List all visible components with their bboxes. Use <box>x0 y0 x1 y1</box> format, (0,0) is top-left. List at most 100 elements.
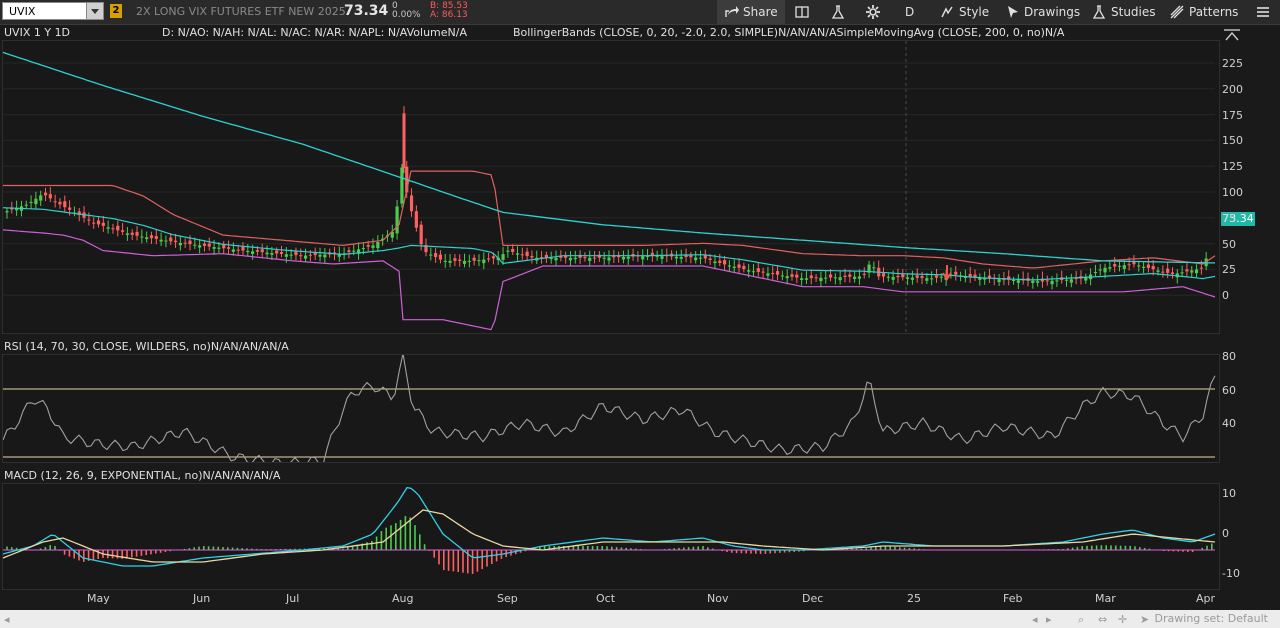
candle-body <box>241 246 245 251</box>
drawings-button[interactable]: Drawings <box>1005 0 1080 24</box>
candle-body <box>1117 265 1122 267</box>
pan-icon[interactable]: ⇔ <box>1098 613 1107 626</box>
crosshair-icon[interactable]: ✛ <box>1118 613 1127 626</box>
candle-body <box>1036 281 1040 283</box>
candle-body <box>795 274 799 278</box>
candle-body <box>217 247 221 249</box>
candle-body <box>323 254 327 258</box>
candle-body <box>1103 267 1107 273</box>
candle-body <box>727 265 731 267</box>
bid-ask: B: 85.53 A: 86.13 <box>430 2 468 20</box>
candle-body <box>747 270 751 272</box>
candle-body <box>814 277 818 279</box>
candle-body <box>482 259 486 264</box>
menu-button[interactable] <box>1252 0 1274 24</box>
panels-icon <box>795 6 809 18</box>
candle-body <box>458 259 462 261</box>
net-change-percent: 0.00% <box>392 10 421 20</box>
experiment-button[interactable] <box>823 0 853 24</box>
candle-body <box>443 260 447 262</box>
macd-histogram-bar <box>1211 543 1213 550</box>
last-price: 73.34 <box>344 3 389 19</box>
candle-body <box>68 207 72 210</box>
share-button[interactable]: Share <box>717 0 785 24</box>
candle-body <box>905 277 910 280</box>
collapse-icon[interactable] <box>1222 27 1242 43</box>
symbol-input[interactable]: UVIX <box>9 5 35 18</box>
candle-body <box>1108 267 1112 269</box>
pointer-icon[interactable]: ➤ <box>1140 613 1149 626</box>
macd-chart[interactable] <box>3 484 1219 589</box>
ohlc-readout: D: N/AO: N/AH: N/AL: N/AC: N/AR: N/APL: … <box>162 26 467 39</box>
axis-tick-label: 10 <box>1222 487 1236 500</box>
macd-histogram-bar <box>92 550 95 560</box>
candle-body <box>554 257 558 261</box>
studies-button[interactable]: Studies <box>1092 0 1156 24</box>
symbol-selector[interactable]: UVIX <box>2 2 104 20</box>
candle-body <box>828 274 833 278</box>
candle-body <box>371 245 375 248</box>
candle-body <box>775 271 780 275</box>
candle-body <box>352 250 356 252</box>
macd-histogram-bar <box>83 550 85 562</box>
rsi-panel-title: RSI (14, 70, 30, CLOSE, WILDERS, no)N/AN… <box>4 340 289 353</box>
scroll-left-icon[interactable]: ◂ <box>4 613 10 626</box>
candle-body <box>29 202 33 204</box>
macd-histogram-bar <box>587 546 589 550</box>
macd-histogram-bar <box>1105 545 1107 550</box>
chevron-down-icon[interactable] <box>86 3 103 19</box>
net-change: 0 0.00% <box>392 2 421 20</box>
status-bar: ◂ ◂ ▸ ⌕ ⇔ ✛ ➤ Drawing set: Default <box>0 610 1280 628</box>
time-tick-label: Dec <box>802 592 824 605</box>
gear-icon <box>866 5 880 19</box>
candle-body <box>568 257 573 261</box>
macd-histogram-bar <box>443 550 445 571</box>
candle-body <box>236 249 240 251</box>
macd-histogram-bar <box>6 546 8 550</box>
candle-body <box>1190 270 1194 273</box>
axis-tick-label: 175 <box>1222 108 1243 122</box>
candle-body <box>438 254 443 260</box>
candle-body <box>39 195 43 201</box>
macd-histogram-bar <box>68 550 71 557</box>
candle-body <box>694 257 698 261</box>
price-chart[interactable] <box>3 41 1219 333</box>
candle-body <box>881 273 886 277</box>
axis-tick-label: 80 <box>1222 350 1236 363</box>
rsi-chart[interactable] <box>3 355 1219 462</box>
candle-body <box>785 276 789 279</box>
candle-body <box>183 242 187 244</box>
candle-body <box>145 237 149 240</box>
candle-body <box>1194 269 1199 274</box>
top-toolbar: UVIX 2 2X LONG VIX FUTURES ETF NEW 2025 … <box>0 0 1280 25</box>
flask-icon <box>1092 5 1106 19</box>
candle-body <box>169 237 173 242</box>
candle-body <box>140 236 144 238</box>
aggregation-selector[interactable]: D <box>905 0 925 24</box>
candle-body <box>92 222 96 224</box>
macd-histogram-bar <box>203 546 205 550</box>
candle-body <box>5 211 9 213</box>
candle-body <box>530 255 534 258</box>
candle-body <box>1064 279 1069 281</box>
settings-button[interactable] <box>858 0 888 24</box>
candle-body <box>602 257 606 259</box>
time-tick-label: Sep <box>497 592 518 605</box>
scroll-right-icon[interactable]: ▸ <box>1046 613 1052 626</box>
candle-body <box>1170 272 1175 275</box>
candle-body <box>149 235 154 239</box>
macd-histogram-bar <box>702 546 704 550</box>
chart-settings-button[interactable] <box>788 0 818 24</box>
zoom-icon[interactable]: ⌕ <box>1078 613 1084 627</box>
candle-body <box>833 277 837 279</box>
patterns-button[interactable]: Patterns <box>1170 0 1238 24</box>
time-tick-label: Apr <box>1196 592 1216 605</box>
candle-body <box>1113 264 1117 267</box>
candle-body <box>1185 269 1189 272</box>
candle-body <box>592 257 597 259</box>
macd-histogram-bar <box>371 540 373 550</box>
link-group-badge[interactable]: 2 <box>110 4 122 18</box>
style-button[interactable]: Style <box>940 0 990 24</box>
candle-body <box>756 268 760 272</box>
scroll-left-icon[interactable]: ◂ <box>1032 613 1038 626</box>
